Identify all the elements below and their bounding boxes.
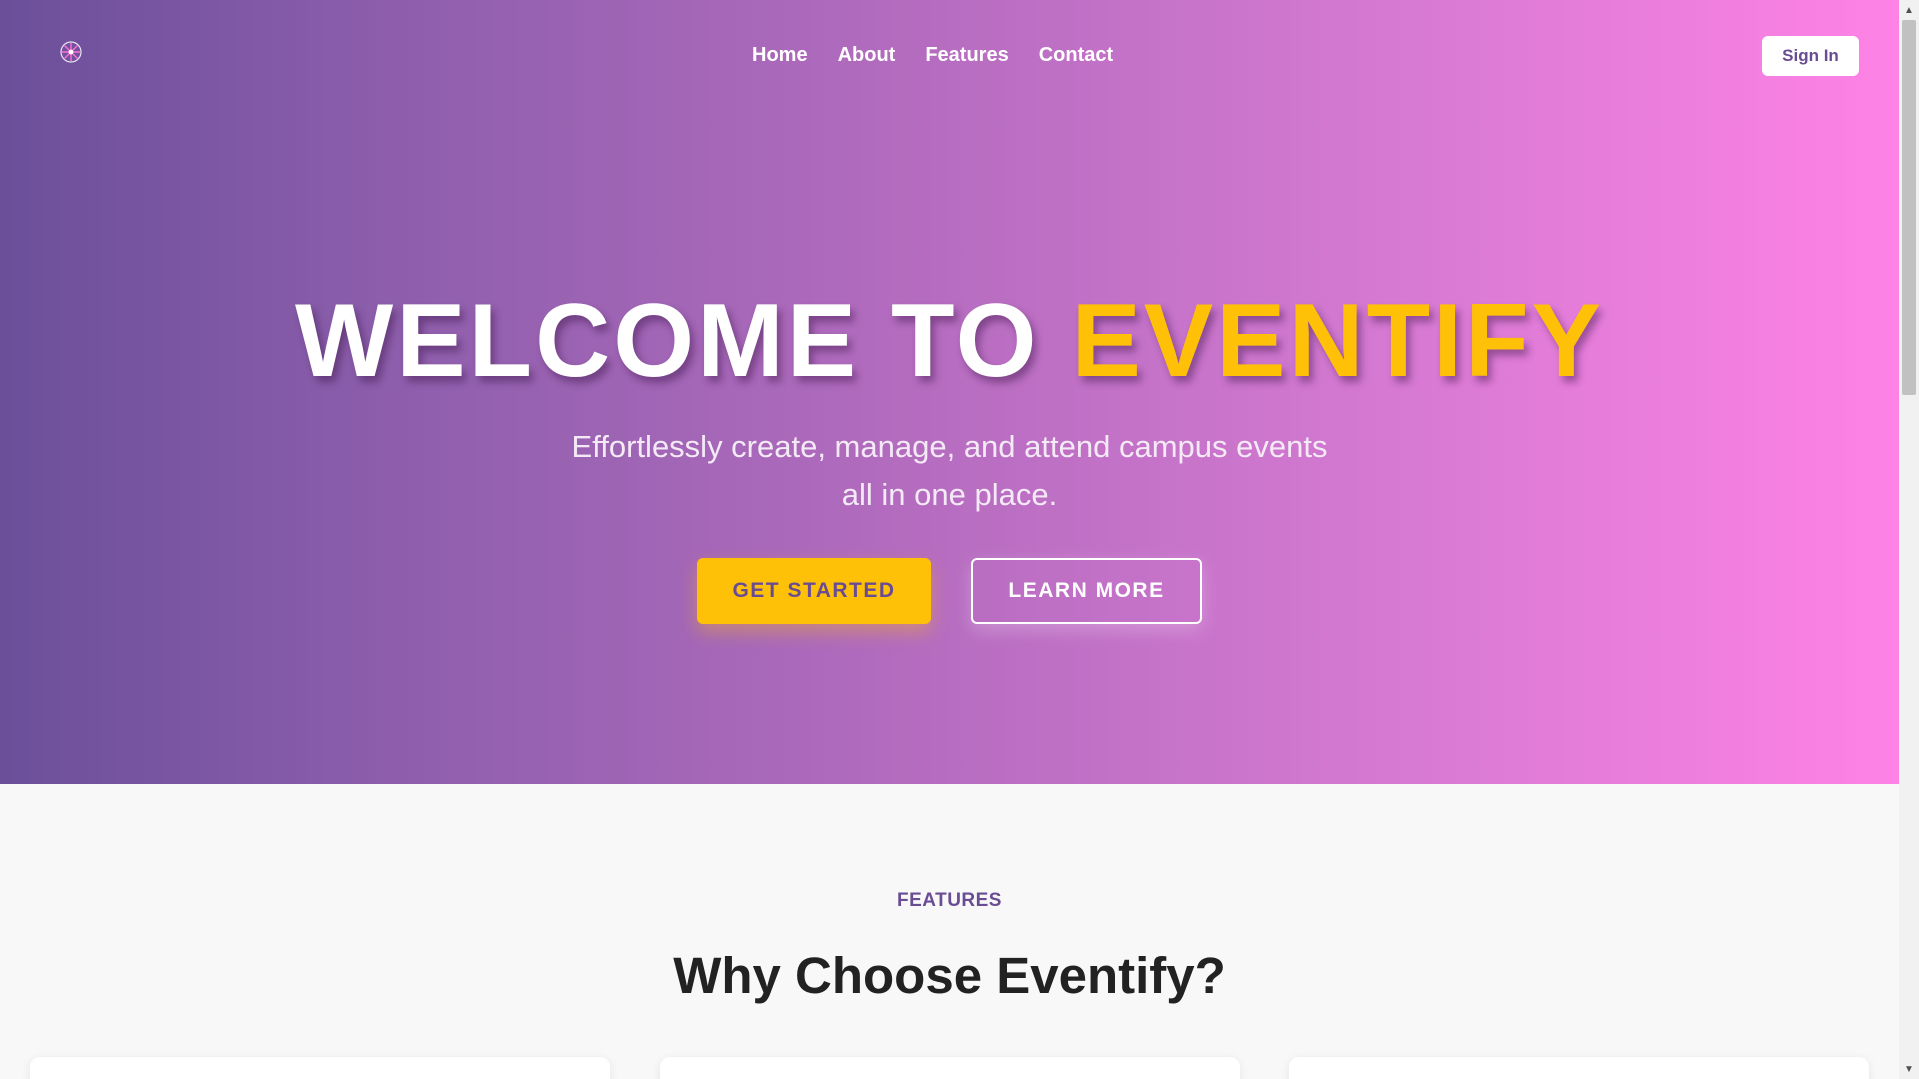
scroll-up-arrow-icon[interactable]: ▲ [1899, 0, 1919, 20]
nav-link-about[interactable]: About [838, 44, 896, 67]
hero-section: Home About Features Contact Sign In WELC… [0, 0, 1899, 784]
headline-accent: EVENTIFY [1071, 283, 1604, 399]
feature-card [1289, 1057, 1869, 1079]
sign-in-button[interactable]: Sign In [1762, 36, 1859, 76]
hero-subtitle: Effortlessly create, manage, and attend … [0, 423, 1899, 519]
nav-link-features[interactable]: Features [925, 44, 1008, 67]
page: Home About Features Contact Sign In WELC… [0, 0, 1899, 1079]
feature-card [660, 1057, 1240, 1079]
scrollbar-thumb[interactable] [1902, 20, 1916, 395]
headline-prefix: WELCOME TO [295, 283, 1040, 399]
features-eyebrow: FEATURES [897, 890, 1002, 911]
features-title: Why Choose Eventify? [673, 947, 1226, 1004]
feature-card [30, 1057, 610, 1079]
main-nav: Home About Features Contact [752, 44, 1113, 67]
learn-more-button[interactable]: LEARN MORE [971, 558, 1202, 624]
nav-link-contact[interactable]: Contact [1039, 44, 1113, 67]
hero-subtitle-line-1: Effortlessly create, manage, and attend … [571, 429, 1328, 464]
flower-logo-icon[interactable] [59, 40, 83, 64]
get-started-button[interactable]: GET STARTED [697, 558, 931, 624]
hero-headline: WELCOME TO EVENTIFY [0, 282, 1899, 401]
scroll-down-arrow-icon[interactable]: ▼ [1899, 1059, 1919, 1079]
vertical-scrollbar[interactable]: ▲ ▼ [1899, 0, 1919, 1079]
hero-subtitle-line-2: all in one place. [841, 477, 1058, 512]
nav-link-home[interactable]: Home [752, 44, 808, 67]
